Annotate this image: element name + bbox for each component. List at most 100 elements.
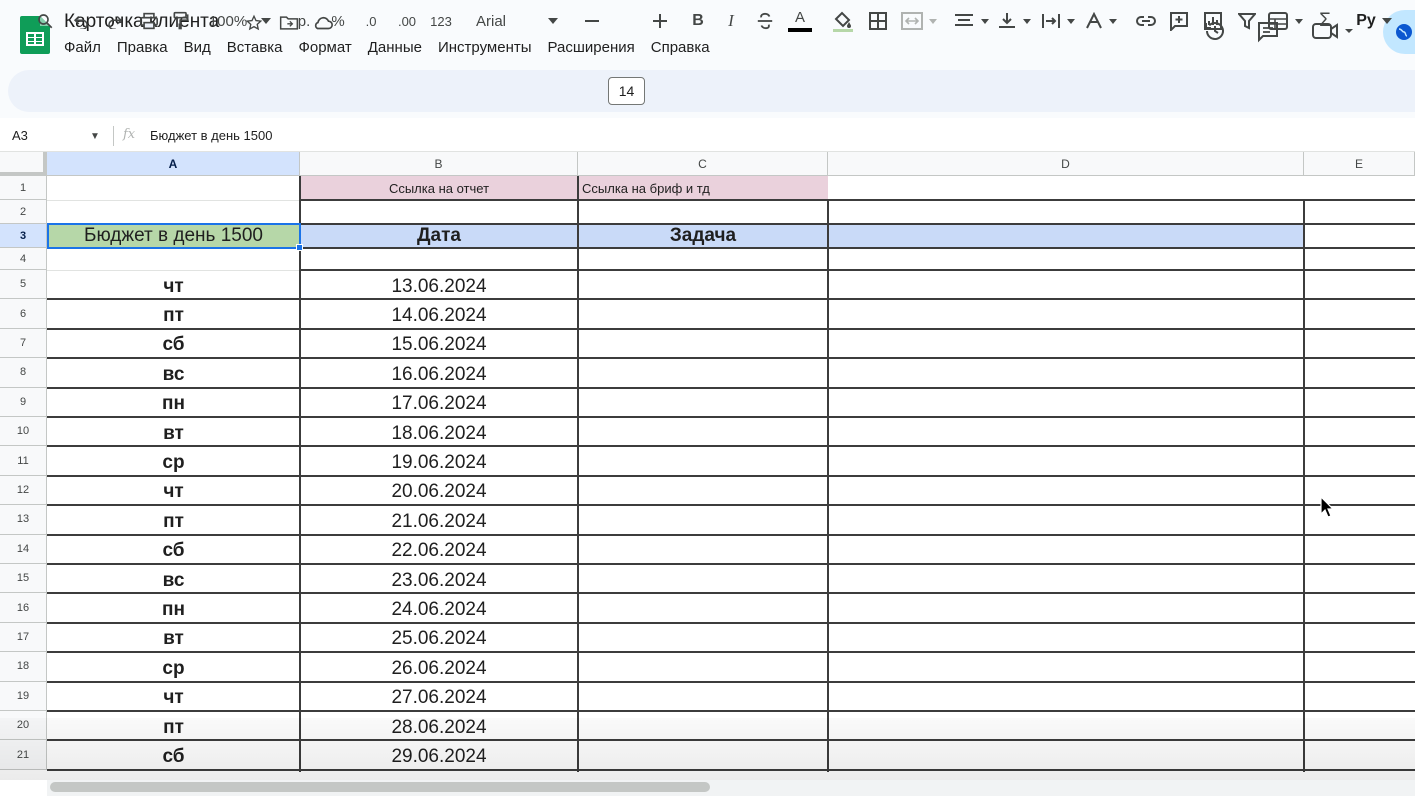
- cell-b1-report-link[interactable]: Ссылка на отчет: [300, 176, 578, 200]
- cell-date[interactable]: 21.06.2024: [300, 507, 578, 536]
- fill-handle[interactable]: [296, 244, 303, 251]
- insert-chart-icon[interactable]: [1202, 8, 1224, 34]
- menu-data[interactable]: Данные: [368, 39, 430, 56]
- cell-day-of-week[interactable]: пн: [47, 595, 300, 624]
- italic-icon[interactable]: I: [721, 8, 741, 34]
- text-color-icon[interactable]: A: [786, 8, 814, 34]
- row-header-6[interactable]: 6: [0, 299, 47, 329]
- percent-format-button[interactable]: %: [327, 8, 349, 34]
- cell-day-of-week[interactable]: сб: [47, 537, 300, 566]
- column-header-d[interactable]: D: [828, 152, 1304, 176]
- cell-c1-brief-link[interactable]: Ссылка на бриф и тд: [582, 176, 828, 200]
- input-tools-button[interactable]: Ру: [1352, 8, 1396, 34]
- cell-date[interactable]: 18.06.2024: [300, 419, 578, 448]
- strikethrough-icon[interactable]: [754, 8, 776, 34]
- row-header-2[interactable]: 2: [0, 200, 47, 224]
- cell-day-of-week[interactable]: пт: [47, 301, 300, 330]
- font-size-input[interactable]: 14: [608, 77, 645, 105]
- undo-icon[interactable]: [70, 8, 92, 34]
- cell-date[interactable]: 24.06.2024: [300, 595, 578, 624]
- cell-date[interactable]: 22.06.2024: [300, 537, 578, 566]
- row-header-13[interactable]: 13: [0, 505, 47, 535]
- row-header-21[interactable]: 21: [0, 740, 47, 770]
- text-rotation-icon[interactable]: [1084, 8, 1120, 34]
- cell-day-of-week[interactable]: чт: [47, 478, 300, 507]
- filter-icon[interactable]: [1236, 8, 1258, 34]
- cell-day-of-week[interactable]: сб: [47, 331, 300, 360]
- column-header-b[interactable]: B: [300, 152, 578, 176]
- increase-decimal-button[interactable]: .00: [392, 8, 422, 34]
- cell-b3-date-header[interactable]: Дата: [300, 224, 578, 248]
- cell-day-of-week[interactable]: вт: [47, 419, 300, 448]
- cell-date[interactable]: 29.06.2024: [300, 742, 578, 771]
- more-formats-button[interactable]: 123: [427, 8, 455, 34]
- decrease-font-size-icon[interactable]: [582, 8, 602, 34]
- cell-date[interactable]: 20.06.2024: [300, 478, 578, 507]
- column-header-a[interactable]: A: [47, 152, 300, 176]
- zoom-select[interactable]: 100%: [205, 8, 251, 34]
- cell-date[interactable]: 28.06.2024: [300, 713, 578, 742]
- print-icon[interactable]: [137, 8, 161, 34]
- cell-date[interactable]: 19.06.2024: [300, 448, 578, 477]
- row-header-18[interactable]: 18: [0, 652, 47, 682]
- cell-date[interactable]: 23.06.2024: [300, 566, 578, 595]
- cell-date[interactable]: 15.06.2024: [300, 331, 578, 360]
- name-box-dropdown-icon[interactable]: ▼: [90, 131, 100, 142]
- insert-link-icon[interactable]: [1134, 8, 1158, 34]
- menu-insert[interactable]: Вставка: [227, 39, 291, 56]
- spreadsheet-grid[interactable]: A B C D E 1 2 3 4 5 6 7 8 9 10 11 12 13 14 15 16 17 18 19 20 21 Сс…: [0, 152, 1415, 796]
- cell-day-of-week[interactable]: сб: [47, 742, 300, 771]
- cell-date[interactable]: 13.06.2024: [300, 272, 578, 301]
- row-header-3[interactable]: 3: [0, 224, 47, 248]
- search-menus-icon[interactable]: [34, 8, 56, 34]
- row-header-5[interactable]: 5: [0, 270, 47, 300]
- row-header-7[interactable]: 7: [0, 328, 47, 359]
- cell-day-of-week[interactable]: пт: [47, 507, 300, 536]
- row-header-20[interactable]: 20: [0, 711, 47, 741]
- cell-day-of-week[interactable]: чт: [47, 272, 300, 301]
- row-header-8[interactable]: 8: [0, 358, 47, 388]
- currency-format-button[interactable]: р.: [292, 8, 316, 34]
- row-header-17[interactable]: 17: [0, 622, 47, 653]
- paint-format-icon[interactable]: [170, 8, 192, 34]
- cell-day-of-week[interactable]: пт: [47, 713, 300, 742]
- formula-input[interactable]: Бюджет в день 1500: [150, 128, 272, 143]
- font-family-select[interactable]: Arial: [476, 8, 536, 34]
- row-header-14[interactable]: 14: [0, 534, 47, 564]
- row-header-16[interactable]: 16: [0, 593, 47, 623]
- row-header-4[interactable]: 4: [0, 248, 47, 270]
- cell-day-of-week[interactable]: ср: [47, 654, 300, 683]
- cell-date[interactable]: 14.06.2024: [300, 301, 578, 330]
- row-header-1[interactable]: 1: [0, 176, 47, 200]
- zoom-dropdown-icon[interactable]: [258, 8, 274, 34]
- menu-extensions[interactable]: Расширения: [548, 39, 643, 56]
- menu-help[interactable]: Справка: [651, 39, 718, 56]
- cell-day-of-week[interactable]: пн: [47, 390, 300, 419]
- menu-view[interactable]: Вид: [184, 39, 219, 56]
- select-all-corner[interactable]: [0, 152, 47, 176]
- cell-date[interactable]: 27.06.2024: [300, 684, 578, 713]
- functions-icon[interactable]: Σ: [1314, 8, 1336, 34]
- column-header-e[interactable]: E: [1304, 152, 1415, 176]
- cell-date[interactable]: 16.06.2024: [300, 360, 578, 389]
- horizontal-scroll-thumb[interactable]: [50, 782, 710, 792]
- borders-icon[interactable]: [867, 8, 889, 34]
- cell-date[interactable]: 26.06.2024: [300, 654, 578, 683]
- fill-color-icon[interactable]: [830, 8, 856, 34]
- merge-cells-icon[interactable]: [900, 8, 938, 34]
- insert-comment-icon[interactable]: [1168, 8, 1190, 34]
- cell-day-of-week[interactable]: чт: [47, 684, 300, 713]
- menu-edit[interactable]: Правка: [117, 39, 176, 56]
- font-dropdown-icon[interactable]: [545, 8, 561, 34]
- row-header-12[interactable]: 12: [0, 475, 47, 506]
- cell-day-of-week[interactable]: вс: [47, 360, 300, 389]
- vertical-align-icon[interactable]: [996, 8, 1034, 34]
- row-header-11[interactable]: 11: [0, 446, 47, 476]
- bold-icon[interactable]: B: [688, 8, 708, 34]
- cell-date[interactable]: 17.06.2024: [300, 390, 578, 419]
- row-header-10[interactable]: 10: [0, 417, 47, 447]
- cell-day-of-week[interactable]: вс: [47, 566, 300, 595]
- row-header-15[interactable]: 15: [0, 564, 47, 594]
- row-header-19[interactable]: 19: [0, 681, 47, 711]
- horizontal-align-icon[interactable]: [952, 8, 992, 34]
